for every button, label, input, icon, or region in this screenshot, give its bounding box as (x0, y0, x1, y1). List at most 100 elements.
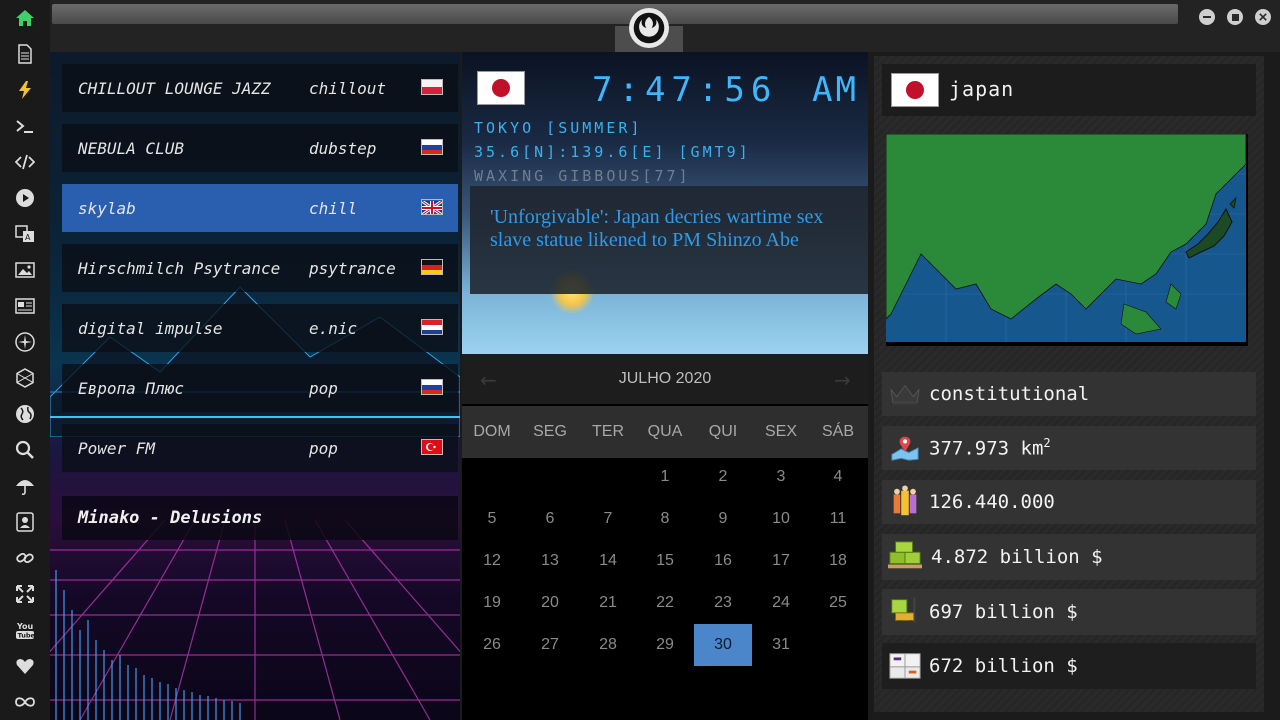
calendar-day[interactable]: 28 (579, 624, 637, 666)
clock-coords: 35.6[N]:139.6[E] [GMT9] (474, 143, 751, 161)
audio-visualizer (55, 570, 241, 720)
title-drag-area[interactable] (52, 4, 1178, 24)
croatia-flag-icon (421, 319, 443, 335)
calendar-day[interactable]: 18 (809, 540, 867, 582)
station-name: Европа Плюс (78, 378, 184, 398)
station-name: CHILLOUT LOUNGE JAZZ (78, 78, 271, 98)
calendar-day[interactable]: 16 (694, 540, 752, 582)
station-row[interactable]: Hirschmilch Psytrance psytrance (62, 244, 458, 292)
imports-row: 672 billion $ (882, 643, 1256, 689)
moon-phase: WAXING GIBBOUS[77] (474, 167, 691, 185)
search-icon[interactable] (13, 438, 37, 462)
calendar-day[interactable]: 4 (809, 456, 867, 498)
calendar-day[interactable]: 7 (579, 498, 637, 540)
calendar-day[interactable]: 8 (636, 498, 694, 540)
hexagon-icon[interactable] (13, 366, 37, 390)
calendar-day[interactable]: 25 (809, 582, 867, 624)
rebel-icon[interactable] (13, 330, 37, 354)
calendar-day[interactable]: 27 (521, 624, 579, 666)
calendar-weekdays: DOM SEG TER QUA QUI SEX SÁB (462, 406, 868, 458)
svg-text:A: A (25, 233, 31, 242)
translate-icon[interactable]: A (13, 222, 37, 246)
population-value: 126.440.000 (929, 491, 1055, 513)
station-genre: chill (309, 198, 358, 218)
document-icon[interactable] (13, 42, 37, 66)
clock-time: 7:47:56 (592, 70, 778, 110)
population-row: 126.440.000 (882, 480, 1256, 524)
calendar-day[interactable]: 31 (752, 624, 810, 666)
expand-icon[interactable] (13, 582, 37, 606)
calendar-day[interactable]: 1 (636, 456, 694, 498)
close-button[interactable] (1255, 9, 1271, 25)
image-icon[interactable] (13, 258, 37, 282)
weekday-label: QUI (708, 423, 738, 440)
umbrella-icon[interactable] (13, 474, 37, 498)
package-boxes-icon (886, 647, 924, 683)
station-genre: chillout (309, 78, 387, 98)
calendar-day-today[interactable]: 30 (694, 624, 752, 666)
clock-panel: 7:47:56 AM TOKYO [SUMMER] 35.6[N]:139.6[… (462, 52, 868, 354)
calendar-day[interactable]: 26 (463, 624, 521, 666)
station-row[interactable]: CHILLOUT LOUNGE JAZZ chillout (62, 64, 458, 112)
code-icon[interactable] (13, 150, 37, 174)
turkey-flag-icon (421, 439, 443, 455)
calendar-day[interactable]: 12 (463, 540, 521, 582)
link-icon[interactable] (13, 546, 37, 570)
calendar-day[interactable]: 3 (752, 456, 810, 498)
station-genre: e.nic (309, 318, 358, 338)
russia-flag-icon (421, 139, 443, 155)
calendar-day[interactable]: 5 (463, 498, 521, 540)
svg-text:You: You (16, 622, 34, 631)
play-icon[interactable] (13, 186, 37, 210)
infinity-icon[interactable] (13, 690, 37, 714)
station-name: skylab (78, 198, 136, 218)
calendar-day[interactable]: 13 (521, 540, 579, 582)
rebel-alliance-icon (629, 8, 669, 48)
lightning-icon[interactable] (13, 78, 37, 102)
station-row-active[interactable]: skylab chill (62, 184, 458, 232)
country-map[interactable] (885, 133, 1248, 346)
station-row[interactable]: NEBULA CLUB dubstep (62, 124, 458, 172)
station-name: Hirschmilch Psytrance (78, 258, 281, 278)
globe-icon[interactable] (13, 402, 37, 426)
calendar-day[interactable]: 22 (636, 582, 694, 624)
calendar-day[interactable]: 14 (579, 540, 637, 582)
calendar-day[interactable]: 24 (752, 582, 810, 624)
calendar-day[interactable]: 11 (809, 498, 867, 540)
station-genre: psytrance (309, 258, 396, 278)
russia-flag-icon (421, 379, 443, 395)
weekday-label: QUA (647, 423, 683, 440)
calendar-day[interactable]: 20 (521, 582, 579, 624)
calendar-day[interactable]: 19 (463, 582, 521, 624)
calendar-day[interactable]: 6 (521, 498, 579, 540)
maximize-button[interactable] (1227, 9, 1243, 25)
forklift-icon (886, 593, 924, 629)
calendar-day[interactable]: 10 (752, 498, 810, 540)
calendar-day[interactable]: 15 (636, 540, 694, 582)
station-row[interactable]: digital impulse e.nic (62, 304, 458, 352)
news-icon[interactable] (13, 294, 37, 318)
station-row[interactable]: Power FM pop (62, 424, 458, 472)
radio-panel: CHILLOUT LOUNGE JAZZ chillout NEBULA CLU… (50, 52, 460, 720)
poland-flag-icon (421, 79, 443, 95)
terminal-icon[interactable] (13, 114, 37, 138)
news-box[interactable]: 'Unforgivable': Japan decries wartime se… (470, 186, 868, 294)
calendar-day[interactable]: 23 (694, 582, 752, 624)
station-row[interactable]: Европа Плюс pop (62, 364, 458, 412)
station-genre: dubstep (309, 138, 377, 158)
country-name: japan (949, 77, 1015, 101)
calendar-day[interactable]: 9 (694, 498, 752, 540)
calendar-day[interactable]: 21 (579, 582, 637, 624)
contact-icon[interactable] (13, 510, 37, 534)
heart-icon[interactable] (13, 654, 37, 678)
minimize-button[interactable] (1199, 9, 1215, 25)
calendar-day[interactable]: 17 (752, 540, 810, 582)
home-icon[interactable] (13, 6, 37, 30)
calendar-day[interactable]: 2 (694, 456, 752, 498)
news-headline[interactable]: 'Unforgivable': Japan decries wartime se… (490, 206, 850, 252)
next-month-button[interactable]: → (834, 368, 851, 392)
clock-location-text: TOKYO [SUMMER] (474, 119, 643, 137)
calendar-day[interactable]: 29 (636, 624, 694, 666)
station-name: NEBULA CLUB (78, 138, 184, 158)
youtube-icon[interactable]: You Tube (13, 618, 37, 642)
